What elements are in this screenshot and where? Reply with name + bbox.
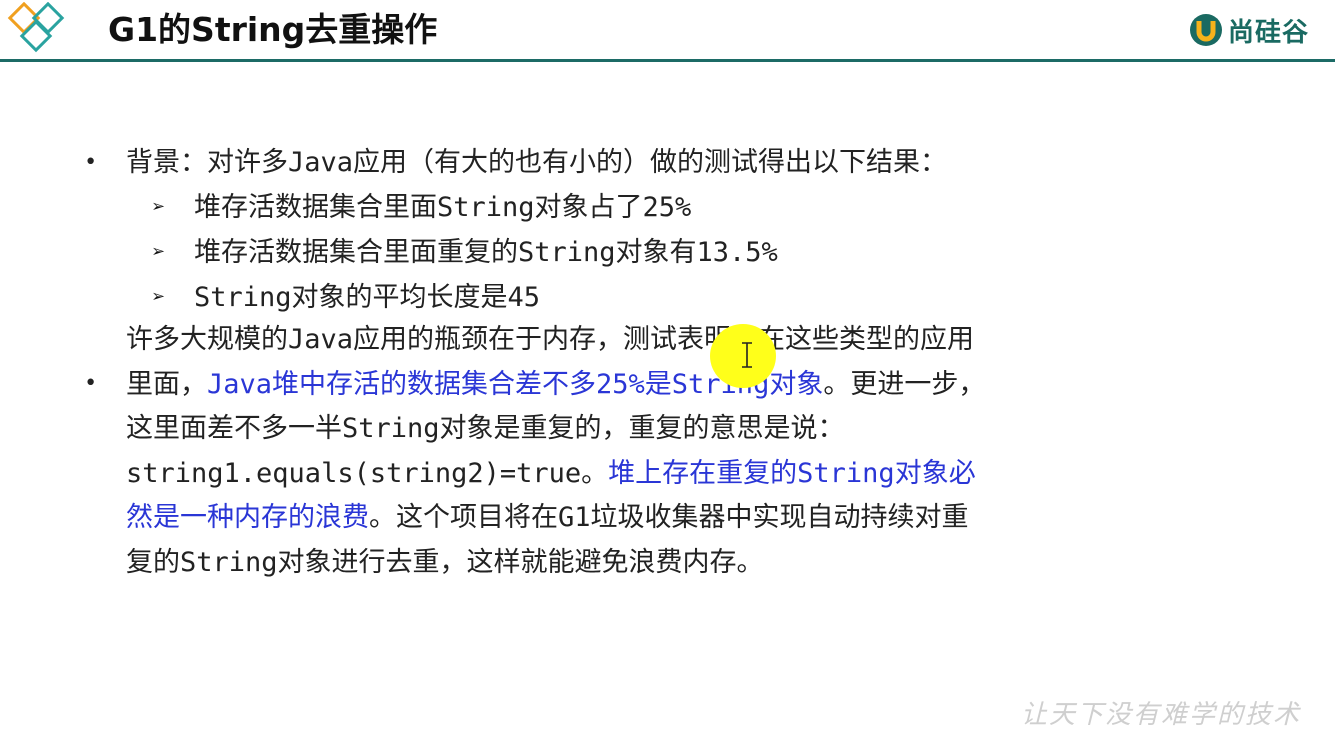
para-line: 复的String对象进行去重，这样就能避免浪费内存。 bbox=[126, 546, 764, 578]
brand-logo: 尚硅谷 bbox=[1188, 10, 1309, 50]
highlight-text: 堆上存在重复的String对象必 bbox=[608, 457, 976, 489]
sub-list-item: ➢ 堆存活数据集合里面String对象占了25% bbox=[152, 185, 947, 230]
arrow-bullet-icon: ➢ bbox=[152, 195, 166, 220]
diamond-logo-icon bbox=[7, 2, 65, 53]
para-text: 。更进一步， bbox=[823, 368, 986, 400]
para-text: string1.equals(string2)=true。 bbox=[126, 457, 609, 489]
sub-list-item: ➢ 堆存活数据集合里面重复的String对象有13.5% bbox=[152, 230, 947, 275]
watermark: 让天下没有难学的技术 bbox=[1020, 700, 1301, 730]
arrow-bullet-icon: ➢ bbox=[152, 285, 166, 310]
sub-list: ➢ 堆存活数据集合里面String对象占了25% ➢ 堆存活数据集合里面重复的Str… bbox=[152, 185, 947, 320]
arrow-bullet-icon: ➢ bbox=[152, 240, 166, 265]
para-text: 里面， bbox=[126, 368, 207, 400]
para-line: string1.equals(string2)=true。堆上存在重复的Stri… bbox=[126, 452, 1176, 497]
brand-u-icon bbox=[1189, 14, 1222, 46]
slide-header: G1的String去重操作 尚硅谷 bbox=[0, 0, 1335, 62]
sub-list-item: ➢ String对象的平均长度是45 bbox=[152, 275, 947, 320]
sub-item-text: 堆存活数据集合里面重复的String对象有13.5% bbox=[194, 237, 778, 268]
para-line: 这里面差不多一半String对象是重复的，重复的意思是说： bbox=[126, 413, 845, 444]
sub-item-text: String对象的平均长度是45 bbox=[194, 282, 541, 313]
bullet-paragraph: 许多大规模的Java应用的瓶颈在于内存，测试表明，在这些类型的应用 里面，Jav… bbox=[126, 318, 1176, 585]
bullet-memory: • 许多大规模的Java应用的瓶颈在于内存，测试表明，在这些类型的应用 里面，J… bbox=[84, 324, 1176, 585]
para-line: 里面，Java堆中存活的数据集合差不多25%是String对象。更进一步， bbox=[126, 363, 1176, 408]
sub-item-text: 堆存活数据集合里面String对象占了25% bbox=[194, 192, 692, 223]
text-cursor-icon bbox=[742, 342, 752, 368]
para-line: 许多大规模的Java应用的瓶颈在于内存，测试表明，在这些类型的应用 bbox=[126, 324, 975, 355]
brand-name: 尚硅谷 bbox=[1227, 17, 1309, 48]
para-text: 。这个项目将在G1垃圾收集器中实现自动持续对重 bbox=[369, 502, 969, 533]
bullet-text: 背景：对许多Java应用（有大的也有小的）做的测试得出以下结果： bbox=[126, 147, 948, 178]
para-line: 然是一种内存的浪费。这个项目将在G1垃圾收集器中实现自动持续对重 bbox=[126, 496, 1176, 541]
slide-title: G1的String去重操作 bbox=[108, 10, 438, 49]
bullet-dot-icon: • bbox=[84, 150, 98, 175]
bullet-background: • 背景：对许多Java应用（有大的也有小的）做的测试得出以下结果： ➢ 堆存活数… bbox=[84, 141, 947, 320]
highlight-text: 然是一种内存的浪费 bbox=[126, 502, 369, 533]
bullet-dot-icon: • bbox=[84, 371, 98, 396]
slide-content: • 背景：对许多Java应用（有大的也有小的）做的测试得出以下结果： ➢ 堆存活数… bbox=[0, 62, 1335, 751]
bullet-row: • 背景：对许多Java应用（有大的也有小的）做的测试得出以下结果： bbox=[84, 141, 947, 185]
